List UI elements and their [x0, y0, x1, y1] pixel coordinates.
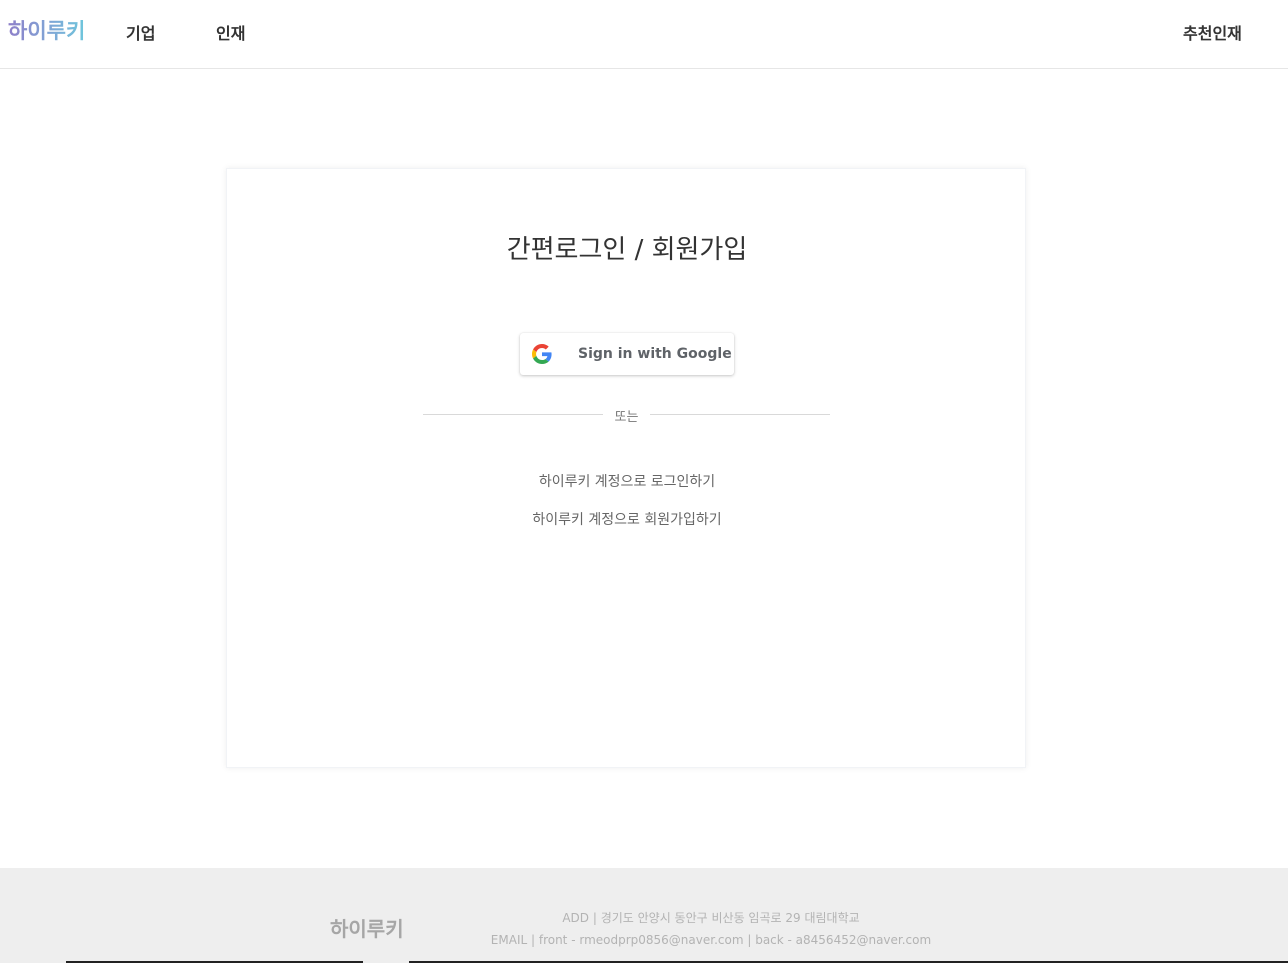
nav-talent-link[interactable]: 인재 — [216, 20, 245, 44]
nav-recommended-talent-link[interactable]: 추천인재 — [1183, 20, 1242, 44]
google-sign-in-label: Sign in with Google — [578, 346, 732, 362]
footer-logo: 하이루키 — [330, 917, 404, 941]
footer-address: ADD | 경기도 안양시 동안구 비산동 임곡로 29 대림대학교 — [562, 911, 860, 925]
login-title: 간편로그인 / 회원가입 — [506, 235, 748, 265]
account-signup-link[interactable]: 하이루키 계정으로 회원가입하기 — [227, 509, 1027, 529]
divider-or-text: 또는 — [614, 410, 639, 425]
footer-email: EMAIL | front - rmeodprp0856@naver.com |… — [490, 933, 932, 947]
account-login-link[interactable]: 하이루키 계정으로 로그인하기 — [227, 471, 1027, 491]
google-sign-in-button[interactable]: Sign in with Google — [520, 333, 734, 375]
site-footer: 하이루키 ADD | 경기도 안양시 동안구 비산동 임곡로 29 대림대학교 … — [0, 868, 1288, 963]
login-card: 간편로그인 / 회원가입 Sign in with Google 또는 하이루키… — [226, 168, 1026, 768]
divider-line-right — [650, 414, 830, 415]
google-g-icon — [532, 344, 552, 364]
brand-logo[interactable]: 하이루키 — [8, 15, 85, 45]
divider-line-left — [423, 414, 603, 415]
nav-company-link[interactable]: 기업 — [126, 20, 155, 44]
top-navbar: 하이루키 기업 인재 추천인재 — [0, 0, 1288, 69]
